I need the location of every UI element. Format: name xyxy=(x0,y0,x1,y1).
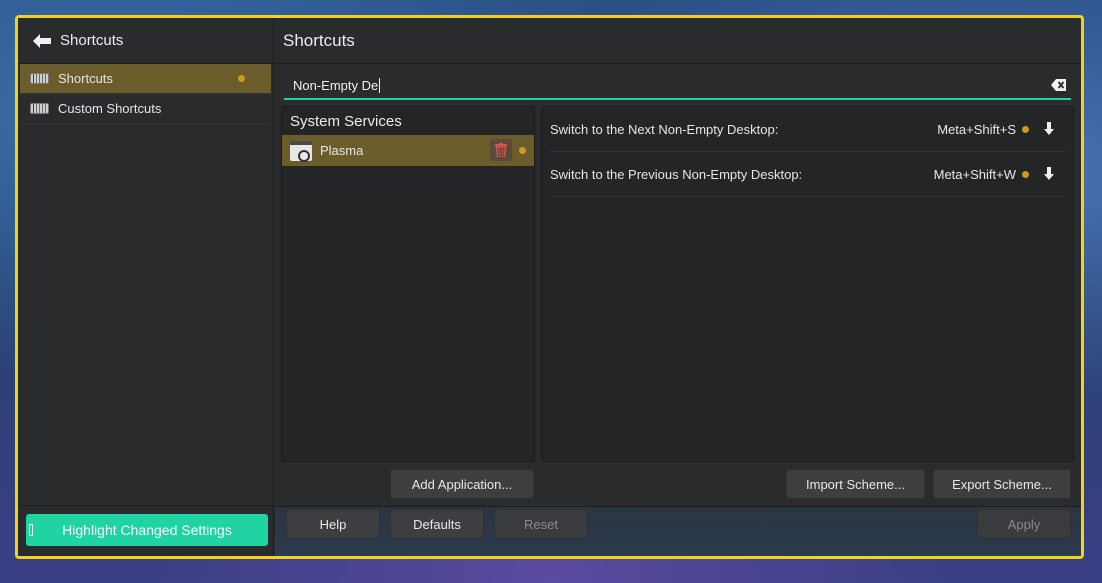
download-arrow-icon[interactable] xyxy=(1043,167,1055,181)
keyboard-icon xyxy=(30,103,49,114)
defaults-button[interactable]: Defaults xyxy=(390,509,484,539)
apply-button[interactable]: Apply xyxy=(977,509,1071,539)
page-title: Shortcuts xyxy=(275,18,1081,64)
sidebar-item-custom-shortcuts[interactable]: Custom Shortcuts xyxy=(20,94,271,124)
panel-title: System Services xyxy=(290,112,402,130)
shortcut-row[interactable]: Switch to the Previous Non-Empty Desktop… xyxy=(550,152,1065,197)
button-label: Apply xyxy=(1007,516,1041,532)
button-label: Reset xyxy=(524,516,558,532)
remove-application-button[interactable] xyxy=(490,139,512,161)
shortcut-row[interactable]: Switch to the Next Non-Empty Desktop: Me… xyxy=(550,107,1065,152)
import-scheme-button[interactable]: Import Scheme... xyxy=(786,469,925,499)
info-icon xyxy=(29,524,33,536)
settings-window: Shortcuts Shortcuts Custom Shortcuts Hig… xyxy=(15,15,1084,559)
export-scheme-button[interactable]: Export Scheme... xyxy=(933,469,1071,499)
button-label: Import Scheme... xyxy=(806,476,905,492)
add-application-button[interactable]: Add Application... xyxy=(390,469,534,499)
shortcut-action-label: Switch to the Next Non-Empty Desktop: xyxy=(550,121,779,137)
changed-indicator xyxy=(519,147,526,154)
clear-text-icon[interactable] xyxy=(1051,78,1067,92)
shortcut-action-label: Switch to the Previous Non-Empty Desktop… xyxy=(550,166,803,182)
list-item-label: Plasma xyxy=(320,143,364,158)
divider xyxy=(18,505,273,506)
search-value: Non-Empty De xyxy=(293,77,379,93)
text-caret xyxy=(379,77,381,93)
application-icon xyxy=(290,140,312,162)
main-content: Shortcuts Non-Empty De System Services P… xyxy=(275,18,1081,556)
sidebar-header-title: Shortcuts xyxy=(60,32,124,49)
button-label: Export Scheme... xyxy=(952,476,1052,492)
highlight-changed-settings-button[interactable]: Highlight Changed Settings xyxy=(26,514,268,546)
shortcut-keys: Meta+Shift+W xyxy=(933,166,1016,182)
sidebar-item-label: Shortcuts xyxy=(58,71,113,86)
download-arrow-icon[interactable] xyxy=(1043,122,1055,136)
button-label: Help xyxy=(319,516,347,532)
keyboard-icon xyxy=(30,73,49,84)
help-button[interactable]: Help xyxy=(286,509,380,539)
changed-indicator xyxy=(1022,170,1029,178)
sidebar-item-label: Custom Shortcuts xyxy=(58,101,162,116)
highlight-button-label: Highlight Changed Settings xyxy=(62,522,232,538)
shortcut-list-panel: Switch to the Next Non-Empty Desktop: Me… xyxy=(541,106,1074,462)
application-list-panel: System Services Plasma xyxy=(281,106,535,462)
trash-icon xyxy=(495,143,507,157)
button-label: Add Application... xyxy=(411,476,513,492)
list-item-plasma[interactable]: Plasma xyxy=(282,135,534,166)
sidebar: Shortcuts Shortcuts Custom Shortcuts Hig… xyxy=(18,18,274,556)
sidebar-item-shortcuts[interactable]: Shortcuts xyxy=(20,64,271,94)
back-arrow-icon[interactable] xyxy=(32,33,54,49)
sidebar-back-header[interactable]: Shortcuts xyxy=(18,18,273,64)
changed-indicator xyxy=(1022,125,1029,133)
footer-bar: Help Defaults Reset Apply xyxy=(275,506,1081,556)
shortcut-keys: Meta+Shift+S xyxy=(937,121,1016,137)
changed-indicator xyxy=(238,75,245,82)
button-label: Defaults xyxy=(413,516,461,532)
search-input[interactable]: Non-Empty De xyxy=(284,72,1071,100)
reset-button[interactable]: Reset xyxy=(494,509,588,539)
